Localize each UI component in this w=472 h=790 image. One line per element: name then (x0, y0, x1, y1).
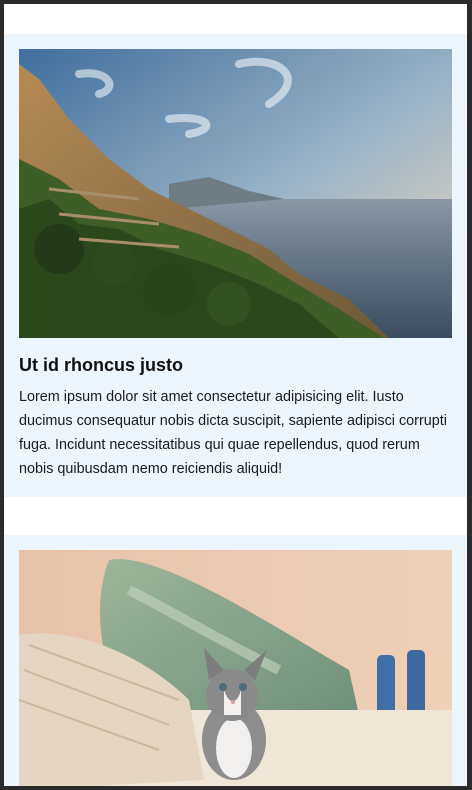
page-frame: Ut id rhoncus justo Lorem ipsum dolor si… (4, 4, 467, 786)
card-image (19, 49, 452, 338)
card-title: Ut id rhoncus justo (19, 355, 183, 375)
card (4, 535, 467, 786)
card-image (19, 550, 452, 786)
card-text: Lorem ipsum dolor sit amet consectetur a… (19, 389, 447, 477)
card: Ut id rhoncus justo Lorem ipsum dolor si… (4, 34, 467, 497)
